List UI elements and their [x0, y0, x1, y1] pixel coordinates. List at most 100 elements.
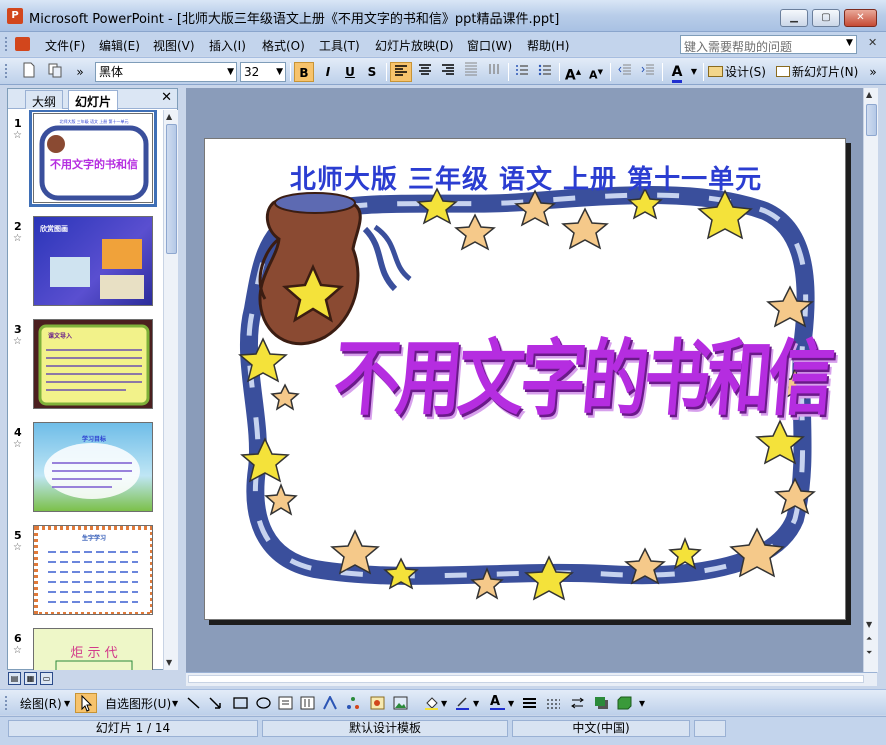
- normal-view-icon[interactable]: ▤: [8, 672, 21, 685]
- clip-art-icon[interactable]: [370, 696, 385, 710]
- next-slide-icon[interactable]: ⏷: [866, 648, 872, 658]
- font-name-select[interactable]: 黑体 ▼: [95, 62, 237, 82]
- pane-close-icon[interactable]: ✕: [161, 90, 172, 105]
- slide-main-title[interactable]: 不用文字的书和信: [330, 312, 834, 432]
- 3d-style-icon[interactable]: [617, 696, 632, 710]
- distribute-icon[interactable]: [461, 62, 481, 82]
- wordart-icon[interactable]: [323, 694, 338, 710]
- chevron-down-icon[interactable]: ▼: [508, 699, 514, 708]
- align-left-icon[interactable]: [390, 62, 412, 82]
- tab-slides[interactable]: 幻灯片: [68, 90, 119, 110]
- slide-thumbnail[interactable]: 不用文字的书和信 北师大版 三年级 语文 上册 第十一单元: [29, 110, 157, 207]
- menu-edit[interactable]: 编辑(E): [99, 37, 140, 54]
- slides-pane-scrollbar[interactable]: ▲ ▼: [163, 110, 178, 670]
- design-button[interactable]: 设计(S): [708, 62, 772, 82]
- scroll-up-icon[interactable]: ▲: [166, 112, 172, 121]
- font-color-button[interactable]: A: [667, 62, 687, 83]
- document-close-icon[interactable]: ✕: [868, 36, 877, 49]
- font-size-select[interactable]: 32 ▼: [240, 62, 286, 82]
- shadow-style-icon[interactable]: [594, 696, 609, 710]
- slide-thumbnail-row[interactable]: 5 ☆ 生字学习: [8, 522, 163, 618]
- slide-thumbnail-row[interactable]: 1 ☆ 不用文字的书和信 北师大版 三年级 语文 上册 第十一单元: [8, 110, 163, 207]
- slide-thumbnail[interactable]: 生字学习: [33, 525, 153, 615]
- close-button[interactable]: ✕: [844, 9, 877, 27]
- menu-file[interactable]: 文件(F): [45, 37, 85, 54]
- chevron-down-icon[interactable]: ▼: [473, 699, 479, 708]
- previous-slide-icon[interactable]: ⏶: [866, 634, 872, 644]
- chevron-down-icon[interactable]: ▼: [64, 699, 70, 708]
- maximize-button[interactable]: ▢: [812, 9, 840, 27]
- chevron-down-icon[interactable]: ▼: [172, 699, 178, 708]
- decrease-indent-icon[interactable]: [615, 62, 635, 82]
- menu-tools[interactable]: 工具(T): [319, 37, 360, 54]
- menu-view[interactable]: 视图(V): [153, 37, 195, 54]
- copy-format-icon[interactable]: [45, 62, 65, 82]
- editing-area-scrollbar[interactable]: ▲ ▼ ⏶ ⏷: [863, 88, 878, 672]
- bulleted-list-icon[interactable]: [535, 62, 555, 82]
- notes-pane-splitter[interactable]: [186, 672, 877, 686]
- line-tool-icon[interactable]: [186, 696, 201, 710]
- powerpoint-app-icon[interactable]: P: [7, 8, 23, 24]
- textbox-tool-icon[interactable]: [278, 696, 293, 710]
- toolbar-options-icon[interactable]: »: [72, 62, 88, 82]
- menu-insert[interactable]: 插入(I): [209, 37, 246, 54]
- toolbar-options-icon[interactable]: ▾: [639, 696, 649, 710]
- select-pointer-icon[interactable]: [75, 693, 97, 713]
- scrollbar-thumb[interactable]: [166, 124, 177, 254]
- oval-tool-icon[interactable]: [256, 696, 271, 710]
- horizontal-scrollbar[interactable]: [188, 675, 864, 683]
- slideshow-view-icon[interactable]: ▭: [40, 672, 53, 685]
- align-center-icon[interactable]: [415, 62, 435, 82]
- diagram-icon[interactable]: [346, 696, 361, 710]
- increase-font-button[interactable]: A▲: [563, 62, 583, 84]
- scrollbar-thumb[interactable]: [866, 104, 877, 136]
- scroll-down-icon[interactable]: ▼: [166, 658, 172, 667]
- tab-outline[interactable]: 大纲: [25, 90, 64, 109]
- toolbar-grip-icon[interactable]: [5, 37, 9, 51]
- slide-thumbnail[interactable]: 课文导入: [33, 319, 153, 409]
- arrow-style-icon[interactable]: [570, 696, 585, 710]
- new-document-icon[interactable]: [20, 62, 38, 82]
- text-shadow-button[interactable]: S: [362, 62, 382, 82]
- slide-thumbnail[interactable]: 欣赏图画: [33, 216, 153, 306]
- menu-slideshow[interactable]: 幻灯片放映(D): [375, 37, 454, 54]
- toolbar-grip-icon[interactable]: [5, 64, 9, 78]
- italic-button[interactable]: I: [318, 62, 338, 82]
- underline-button[interactable]: U: [340, 62, 360, 82]
- arrow-tool-icon[interactable]: [208, 696, 223, 710]
- font-color-dropdown-icon[interactable]: ▼: [688, 62, 700, 82]
- new-slide-button[interactable]: 新幻灯片(N): [776, 62, 862, 82]
- chevron-down-icon[interactable]: ▼: [441, 699, 447, 708]
- fill-color-icon[interactable]: [424, 696, 439, 710]
- line-color-icon[interactable]: [455, 696, 470, 710]
- slide-heading[interactable]: 北师大版 三年级 语文 上册 第十一单元: [205, 159, 847, 196]
- slide-thumbnail-row[interactable]: 2 ☆ 欣赏图画: [8, 213, 163, 309]
- slide-sorter-view-icon[interactable]: ▦: [24, 672, 37, 685]
- line-style-icon[interactable]: [522, 696, 537, 710]
- slide-thumbnail-row[interactable]: 4 ☆ 学习目标: [8, 419, 163, 515]
- minimize-button[interactable]: ▁: [780, 9, 808, 27]
- insert-picture-icon[interactable]: [393, 696, 408, 710]
- chevron-down-icon[interactable]: ▼: [846, 38, 853, 48]
- menu-format[interactable]: 格式(O): [262, 37, 305, 54]
- increase-indent-icon[interactable]: [638, 62, 658, 82]
- font-color-icon[interactable]: A: [490, 695, 505, 710]
- align-right-icon[interactable]: [438, 62, 458, 82]
- slide-thumbnail-row[interactable]: 3 ☆ 课文导入: [8, 316, 163, 412]
- menu-help[interactable]: 帮助(H): [527, 37, 569, 54]
- document-icon[interactable]: [15, 37, 30, 51]
- draw-menu-button[interactable]: 绘图(R): [20, 695, 62, 712]
- toolbar-options-icon[interactable]: »: [866, 62, 880, 82]
- help-search-input[interactable]: 键入需要帮助的问题: [680, 35, 857, 54]
- autoshapes-menu-button[interactable]: 自选图形(U): [105, 695, 171, 712]
- scroll-up-icon[interactable]: ▲: [866, 90, 872, 99]
- vertical-textbox-icon[interactable]: [300, 696, 315, 710]
- rectangle-tool-icon[interactable]: [233, 696, 248, 710]
- dash-style-icon[interactable]: [546, 696, 561, 710]
- toolbar-grip-icon[interactable]: [5, 696, 9, 710]
- slide-thumbnail[interactable]: 炬 示 代: [33, 628, 153, 670]
- text-direction-icon[interactable]: [484, 62, 504, 82]
- decrease-font-button[interactable]: A▼: [586, 62, 606, 82]
- numbered-list-icon[interactable]: [512, 62, 532, 82]
- slide-thumbnail-row[interactable]: 6 ☆ 炬 示 代: [8, 625, 163, 670]
